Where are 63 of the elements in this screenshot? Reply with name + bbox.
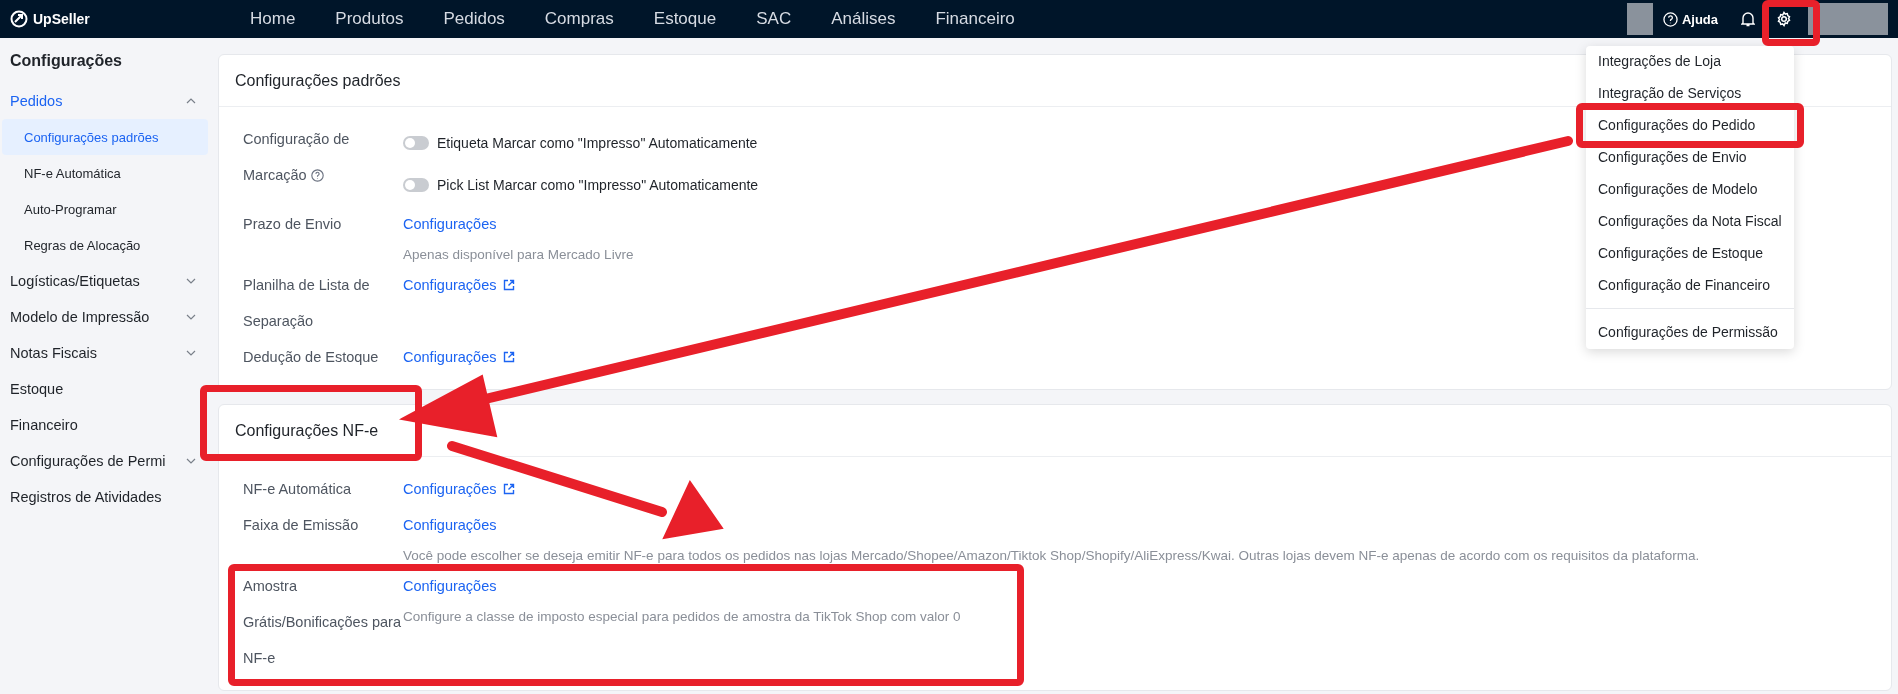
nav-link[interactable]: Home [250, 9, 296, 29]
avatar-placeholder [1626, 3, 1653, 35]
logo[interactable]: UpSeller [10, 10, 130, 28]
field-label: Planilha de Lista de Separação [243, 276, 371, 331]
nav-link[interactable]: Pedidos [443, 9, 505, 29]
field-label: Faixa de Emissão [243, 516, 360, 535]
nav-link[interactable]: Compras [544, 9, 614, 29]
field-label: Amostra Grátis/Bonificações para NF-e [243, 577, 402, 668]
chevron-down-icon [186, 458, 196, 464]
configure-link[interactable]: Configurações [403, 216, 497, 232]
configure-link[interactable]: Configurações [403, 517, 497, 533]
help-link[interactable]: Ajuda [1662, 11, 1718, 27]
field-label: Prazo de Envio [243, 215, 343, 234]
chevron-down-icon [186, 278, 196, 284]
hint-text: Apenas disponível para Mercado Livre [403, 246, 634, 262]
field-label: NF-e Automática [243, 480, 352, 499]
menu-item[interactable]: Integração de Serviços [1586, 84, 1794, 102]
sidebar-subitem[interactable]: Configurações padrões [2, 119, 208, 155]
sidebar-item[interactable]: Pedidos [0, 83, 210, 119]
logo-icon [10, 10, 28, 28]
sidebar-item[interactable]: Modelo de Impressão [0, 299, 210, 335]
nav-link[interactable]: Produtos [335, 9, 404, 29]
sidebar-title: Configurações [9, 52, 123, 71]
settings-icon [1776, 11, 1792, 27]
chevron-down-icon [186, 350, 196, 356]
sidebar-item[interactable]: Logísticas/Etiquetas [0, 263, 210, 299]
menu-item[interactable]: Configurações da Nota Fiscal [1586, 212, 1794, 230]
toggle-label: Etiqueta Marcar como "Impresso" Automaticamente [437, 135, 758, 151]
toggle-label: Pick List Marcar como "Impresso" Automaticamente [437, 177, 759, 193]
menu-item[interactable]: Configurações de Permissão [1586, 323, 1794, 341]
menu-item[interactable]: Integrações de Loja [1586, 52, 1794, 70]
configure-link[interactable]: Configurações [403, 277, 515, 293]
field-label: Dedução de Estoque [243, 348, 380, 367]
nav-link[interactable]: Análises [831, 9, 896, 29]
menu-item[interactable]: Configurações de Estoque [1586, 244, 1794, 262]
hint-text: Você pode escolher se deseja emitir NF-e para todos os pedidos nas lojas Mercado/Shopee/Amazon/Tiktok Shop/Shopify/AliExpress/Kwai. Outras lojas devem NF-e apenas de acordo com os requisitos da plataforma. [403, 547, 1700, 563]
nav-link[interactable]: Financeiro [935, 9, 1015, 29]
configure-link[interactable]: Configurações [403, 578, 497, 594]
sidebar-subitem[interactable]: Regras de Alocação [2, 227, 208, 263]
sidebar-item[interactable]: Financeiro [0, 407, 210, 443]
sidebar-item[interactable]: Estoque [0, 371, 210, 407]
sidebar-subitem[interactable]: Auto-Programar [2, 191, 208, 227]
configure-link[interactable]: Configurações [403, 481, 515, 497]
highlight-box [1762, 0, 1820, 46]
toggle-switch[interactable] [403, 178, 429, 192]
chevron-up-icon [186, 98, 196, 104]
menu-item[interactable]: Configurações de Modelo [1586, 180, 1794, 198]
sidebar-subitem[interactable]: NF-e Automática [2, 155, 208, 191]
configure-link[interactable]: Configurações [403, 349, 515, 365]
toggle-switch[interactable] [403, 136, 429, 150]
menu-item[interactable]: Configuração de Financeiro [1586, 276, 1794, 294]
help-icon [1662, 11, 1678, 27]
field-label: Configuração de Marcação [243, 130, 351, 185]
sidebar-item[interactable]: Registros de Atividades [0, 479, 210, 515]
menu-item[interactable]: Configurações do Pedido [1586, 116, 1794, 134]
nav-link[interactable]: SAC [756, 9, 792, 29]
bell-icon [1741, 11, 1755, 27]
menu-item[interactable]: Configurações de Envio [1586, 148, 1794, 166]
chevron-down-icon [186, 314, 196, 320]
nav-link[interactable]: Estoque [653, 9, 717, 29]
hint-text: Configure a classe de imposto especial para pedidos de amostra da TikTok Shop com valor 0 [403, 608, 961, 624]
sidebar-item[interactable]: Configurações de Permi [0, 443, 210, 479]
sidebar-item[interactable]: Notas Fiscais [0, 335, 210, 371]
